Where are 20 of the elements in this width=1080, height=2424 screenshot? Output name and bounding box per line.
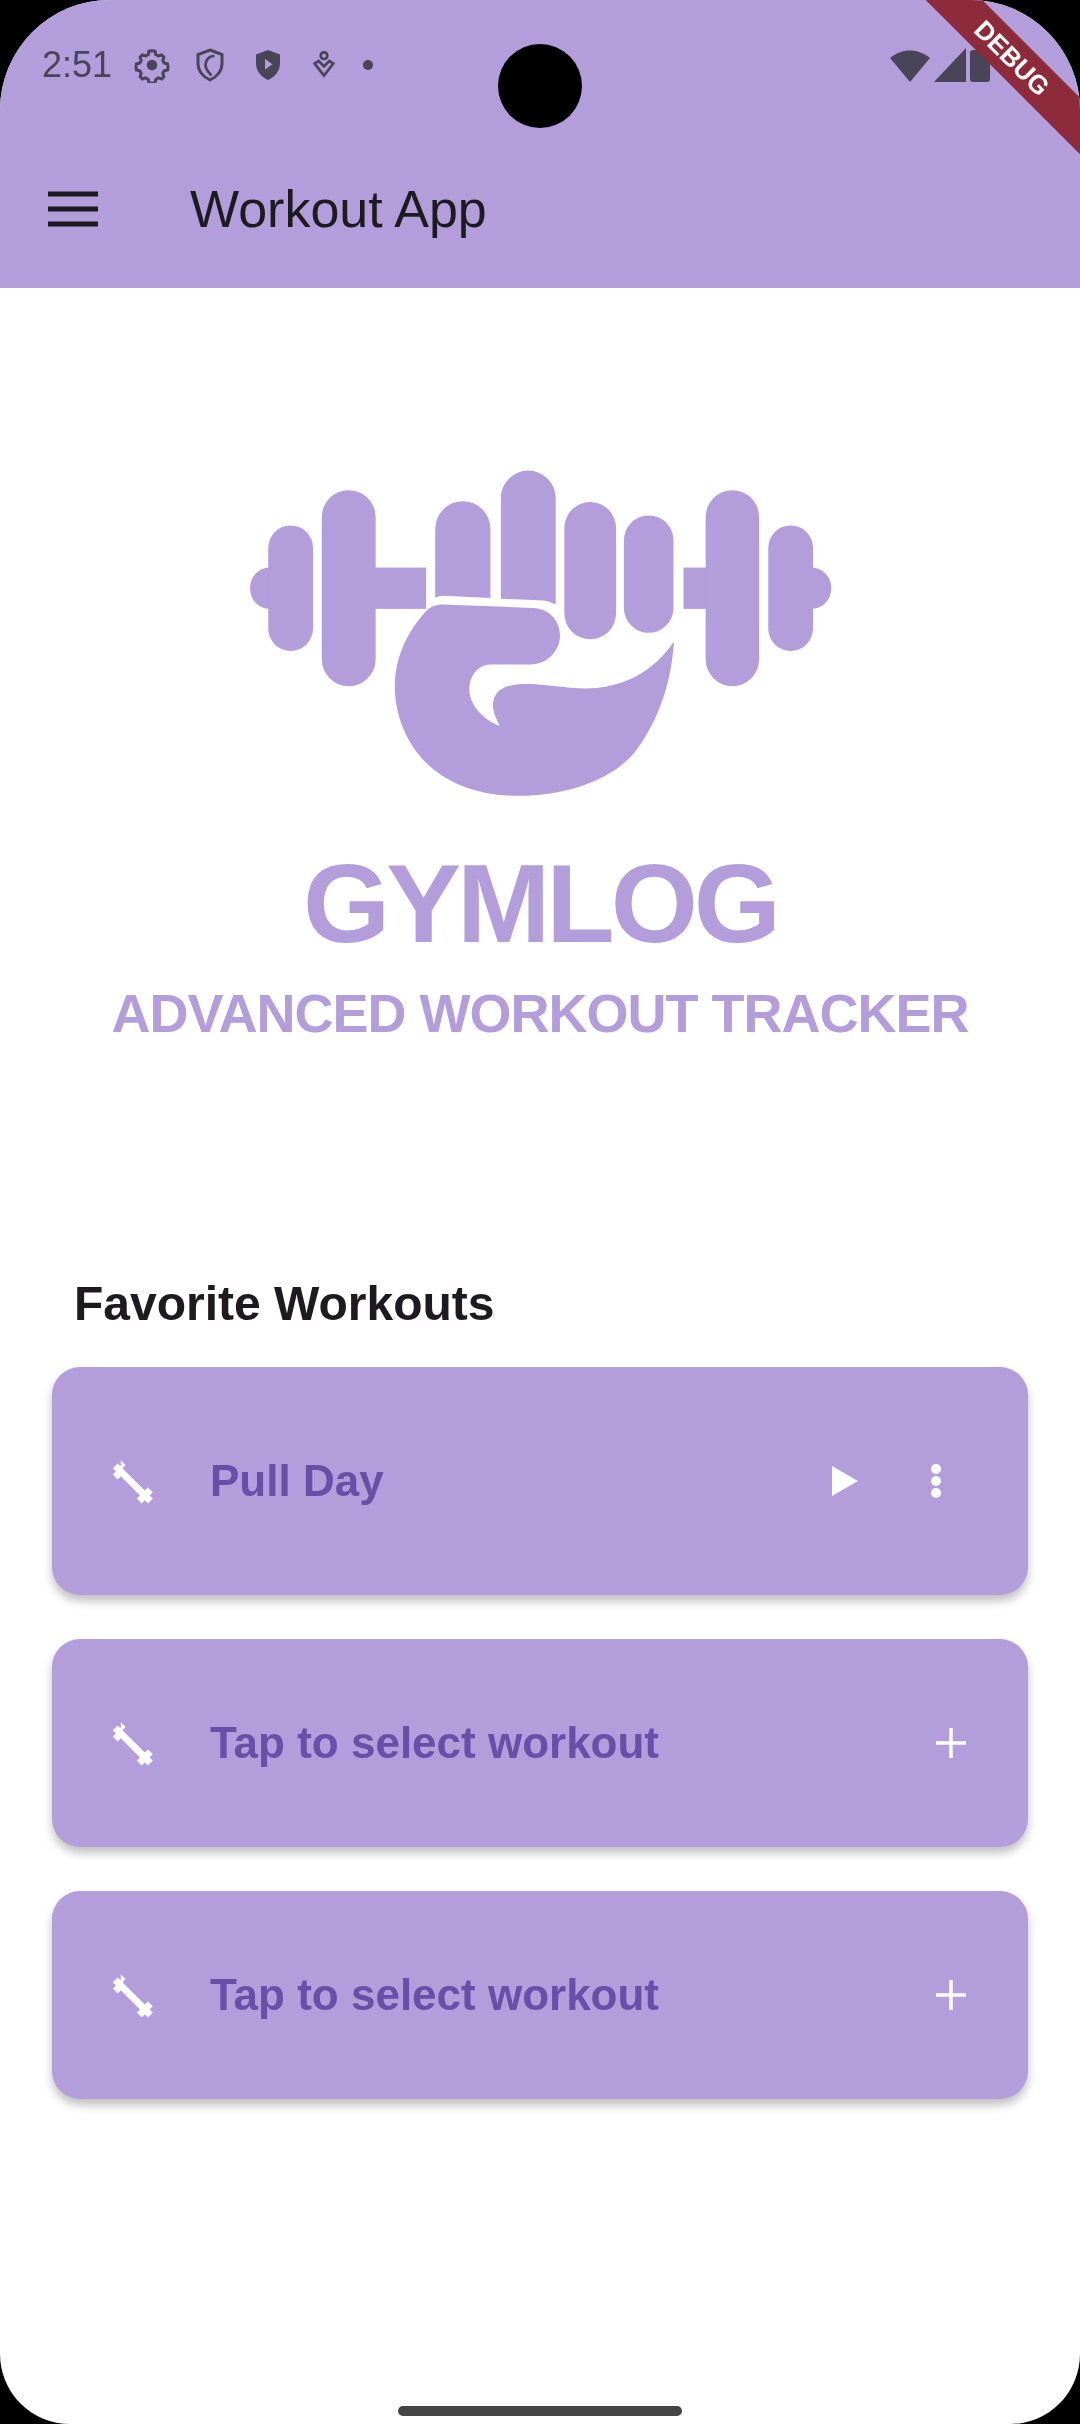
workout-card[interactable]: Tap to select workout (52, 1891, 1028, 2099)
wifi-icon (890, 48, 930, 82)
more-icon[interactable] (930, 1463, 942, 1499)
logo-tagline: ADVANCED WORKOUT TRACKER (111, 986, 969, 1040)
card-label: Tap to select workout (210, 1970, 661, 2020)
gear-icon (134, 47, 171, 83)
plus-icon[interactable] (936, 1728, 966, 1758)
app-title: Workout App (190, 179, 487, 239)
card-label: Tap to select workout (210, 1718, 661, 1768)
plus-icon[interactable] (936, 1980, 966, 2010)
workout-card[interactable]: Tap to select workout (52, 1639, 1028, 1847)
status-time: 2:51 (42, 44, 113, 86)
menu-icon[interactable] (48, 191, 98, 227)
play-icon[interactable] (832, 1466, 858, 1496)
logo-name: GYMLOG (303, 848, 777, 960)
card-label: Pull Day (210, 1456, 385, 1506)
signal-icon (934, 48, 966, 82)
section-heading: Favorite Workouts (74, 1276, 496, 1331)
workout-card[interactable]: Pull Day (52, 1367, 1028, 1595)
dot-icon (362, 59, 375, 71)
